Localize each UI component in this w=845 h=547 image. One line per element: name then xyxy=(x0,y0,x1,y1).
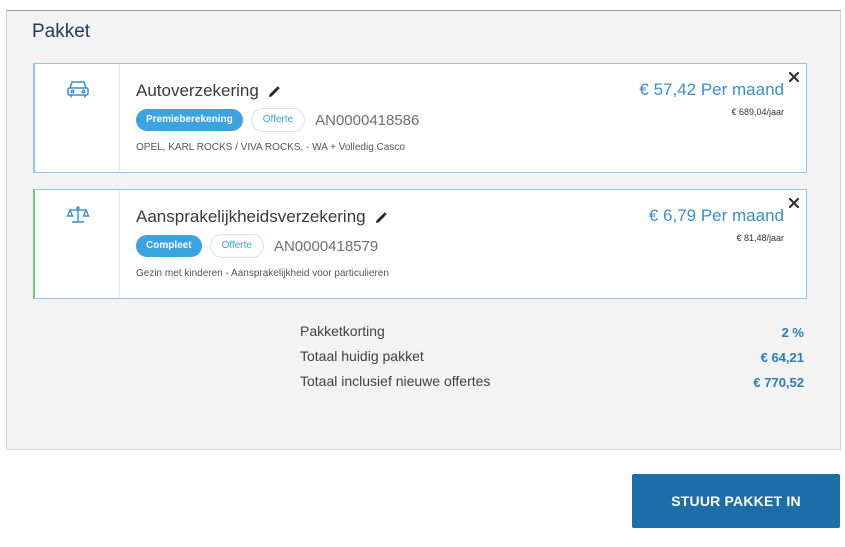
card-title: Aansprakelijkheidsverzekering xyxy=(136,207,388,227)
policy-number: AN0000418579 xyxy=(273,237,379,255)
status-badge: Compleet xyxy=(136,235,202,257)
package-panel: Pakket Autoverzekering Premieberekening xyxy=(6,10,841,450)
insurance-card-liability[interactable]: Aansprakelijkheidsverzekering Compleet O… xyxy=(33,189,807,299)
price-per-month: € 57,42 Per maand xyxy=(639,80,784,99)
panel-title: Pakket xyxy=(32,21,91,42)
status-badge: Premieberekening xyxy=(136,109,243,131)
offer-badge: Offerte xyxy=(209,234,264,258)
totals-label: Pakketkorting xyxy=(300,323,385,339)
pencil-icon[interactable] xyxy=(374,210,388,224)
price-per-year: € 81,48/jaar xyxy=(736,233,784,243)
price-per-year: € 689,04/jaar xyxy=(731,107,784,117)
close-icon[interactable] xyxy=(788,196,800,209)
totals-row-discount: Pakketkorting 2 % xyxy=(7,323,840,345)
pencil-icon[interactable] xyxy=(267,84,281,98)
totals-row-with-offers: Totaal inclusief nieuwe offertes € 770,5… xyxy=(7,373,840,395)
totals-row-current: Totaal huidig pakket € 64,21 xyxy=(7,348,840,370)
card-title: Autoverzekering xyxy=(136,81,281,101)
totals-value: € 64,21 xyxy=(760,350,804,365)
totals-label: Totaal huidig pakket xyxy=(300,348,424,364)
card-description: Gezin met kinderen - Aansprakelijkheid v… xyxy=(136,268,389,279)
totals-label: Totaal inclusief nieuwe offertes xyxy=(300,373,491,389)
insurance-card-car[interactable]: Autoverzekering Premieberekening Offerte… xyxy=(33,63,807,173)
totals-value: € 770,52 xyxy=(753,375,804,390)
card-icon-column xyxy=(35,190,120,298)
close-icon[interactable] xyxy=(788,70,800,83)
badge-row: Compleet Offerte AN0000418579 xyxy=(136,234,378,258)
price-per-month: € 6,79 Per maand xyxy=(648,206,784,225)
submit-package-button[interactable]: STUUR PAKKET IN xyxy=(632,474,840,528)
card-icon-column xyxy=(35,64,120,172)
policy-number: AN0000418586 xyxy=(315,111,420,129)
insurance-name: Autoverzekering xyxy=(136,81,259,100)
card-description: OPEL, KARL ROCKS / VIVA ROCKS, - WA + Vo… xyxy=(136,142,405,153)
totals-value: 2 % xyxy=(781,325,804,340)
offer-badge: Offerte xyxy=(250,108,306,132)
badge-row: Premieberekening Offerte AN0000418586 xyxy=(136,108,419,132)
insurance-name: Aansprakelijkheidsverzekering xyxy=(136,207,366,226)
